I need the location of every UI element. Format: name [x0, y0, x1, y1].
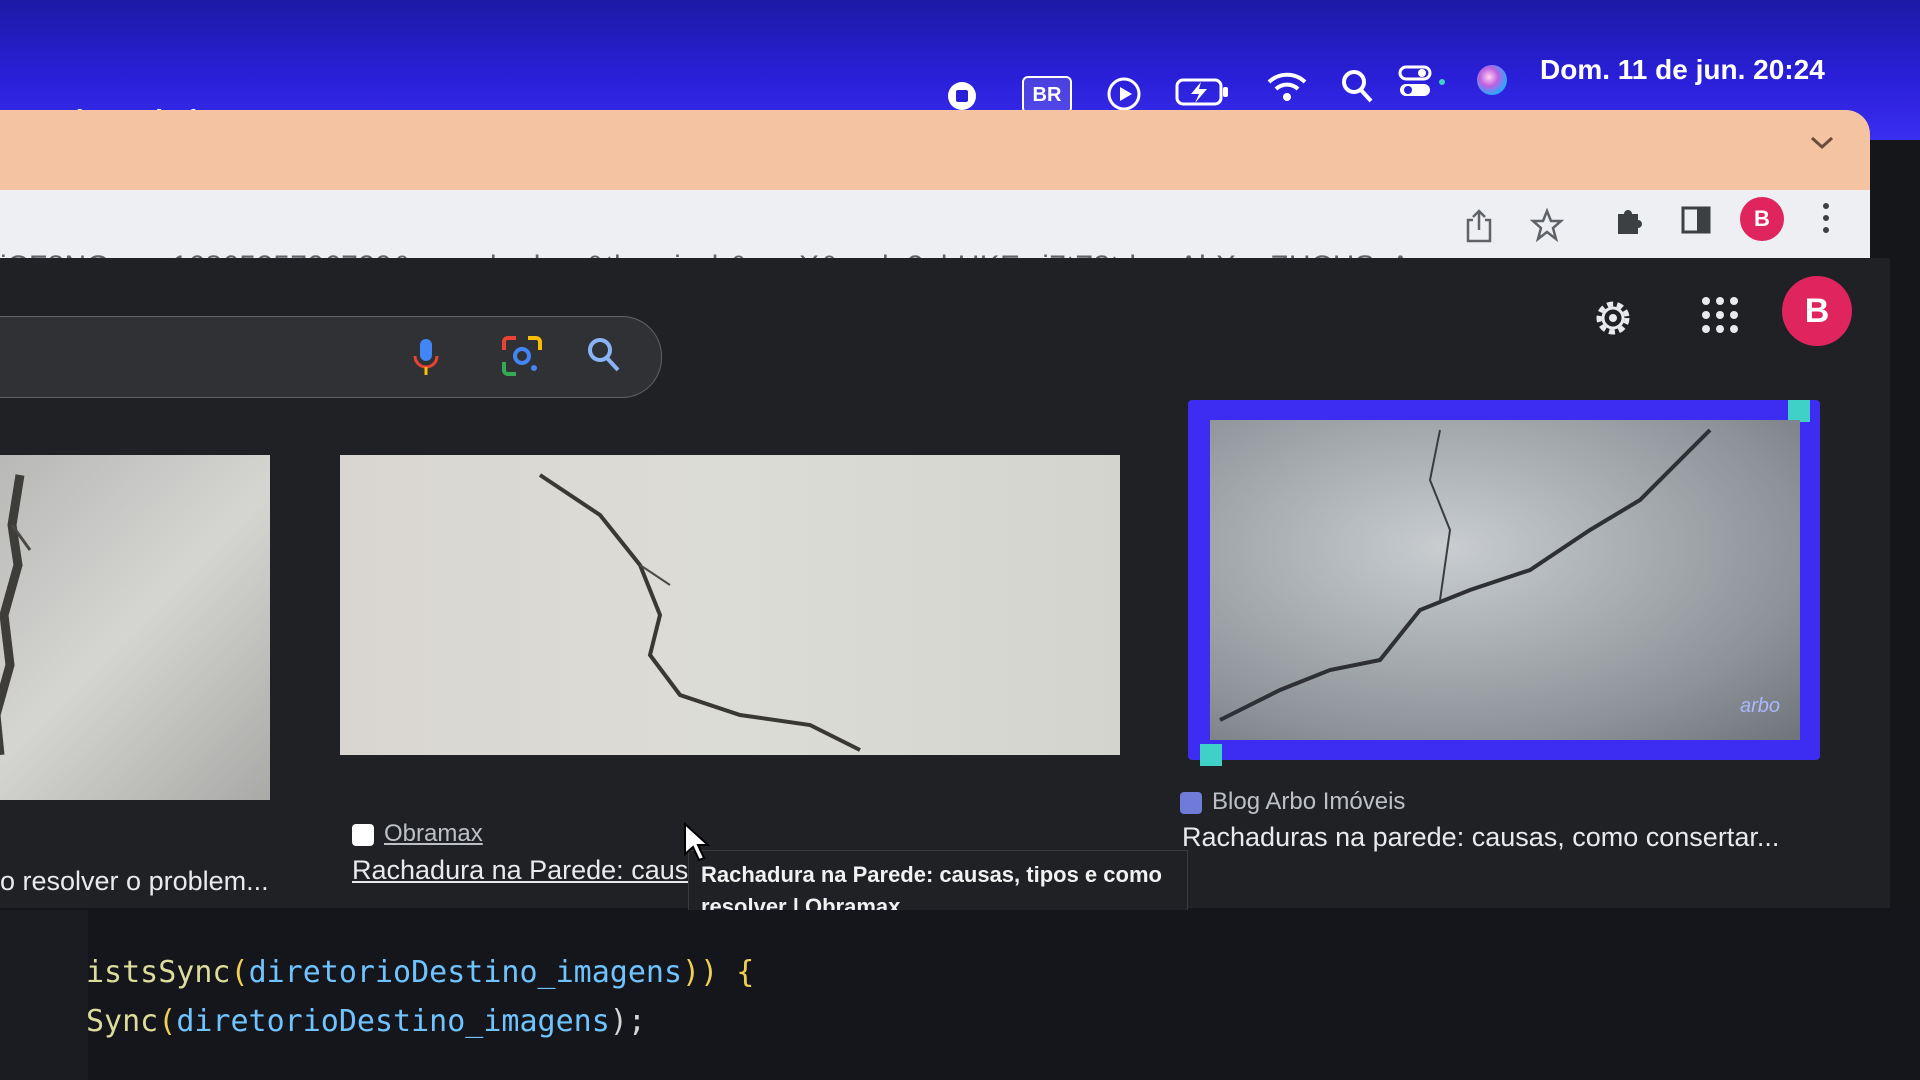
search-input[interactable] — [0, 316, 662, 398]
result-2-source-link[interactable]: Obramax — [384, 820, 483, 847]
tab-search-chevron-down-icon[interactable] — [1808, 128, 1836, 160]
record-icon[interactable] — [946, 80, 978, 112]
settings-gear-icon[interactable] — [1590, 295, 1636, 346]
code-token: )) — [682, 955, 719, 990]
spotlight-search-icon[interactable] — [1340, 68, 1374, 104]
chrome-profile-avatar[interactable]: B — [1740, 197, 1784, 241]
result-2-source[interactable]: Obramax — [352, 820, 483, 848]
microphone-icon[interactable] — [410, 336, 442, 383]
result-3-thumbnail[interactable]: arbo — [1210, 420, 1800, 740]
more-vert-icon[interactable] — [1820, 200, 1832, 241]
code-token: ( — [158, 1004, 177, 1039]
side-panel-icon[interactable] — [1680, 204, 1712, 241]
result-2-thumbnail[interactable] — [340, 455, 1120, 755]
result-3-title[interactable]: Rachaduras na parede: causas, como conse… — [1182, 822, 1779, 853]
result-1-title[interactable]: o resolver o problem... — [0, 866, 269, 897]
google-lens-icon[interactable] — [500, 334, 544, 383]
bookmark-star-icon[interactable] — [1529, 207, 1565, 247]
control-center-icon[interactable] — [1398, 64, 1448, 100]
code-token: ); — [609, 1004, 646, 1039]
menu-bar-clock[interactable]: Dom. 11 de jun. 20:24 — [1540, 54, 1825, 86]
extensions-puzzle-icon[interactable] — [1612, 204, 1646, 243]
play-circle-icon[interactable] — [1106, 76, 1142, 112]
google-account-avatar[interactable]: B — [1782, 276, 1852, 346]
wifi-icon[interactable] — [1266, 70, 1308, 104]
code-token: diretorioDestino_imagens — [248, 955, 683, 990]
mouse-pointer-icon — [683, 821, 711, 867]
selection-handle-bottom-left[interactable] — [1200, 744, 1222, 766]
search-icon[interactable] — [586, 336, 622, 379]
google-apps-grid-icon[interactable] — [1700, 295, 1740, 340]
code-editor — [0, 910, 1920, 1080]
share-icon[interactable] — [1464, 208, 1494, 249]
code-line-1[interactable]: istsSync(diretorioDestino_imagens)) { — [86, 955, 754, 990]
code-line-2[interactable]: Sync(diretorioDestino_imagens); — [86, 1004, 646, 1039]
siri-icon[interactable] — [1474, 62, 1510, 98]
result-3-source-text[interactable]: Blog Arbo Imóveis — [1212, 788, 1405, 815]
crack-image — [538, 473, 861, 752]
crack-image — [1219, 428, 1712, 722]
code-editor-gutter — [0, 910, 88, 1080]
result-3-source[interactable]: Blog Arbo Imóveis — [1180, 788, 1405, 816]
result-1-thumbnail[interactable] — [0, 455, 270, 800]
code-token: { — [718, 955, 755, 990]
battery-charging-icon[interactable] — [1175, 76, 1231, 108]
arbo-favicon-icon — [1180, 791, 1202, 814]
obramax-favicon-icon — [352, 823, 374, 846]
code-token: ( — [230, 955, 249, 990]
keyboard-layout-badge[interactable]: BR — [1022, 76, 1072, 114]
code-token: istsSync — [86, 955, 231, 990]
code-token: Sync — [86, 1004, 159, 1039]
code-token: diretorioDestino_imagens — [176, 1004, 610, 1039]
arbo-watermark: arbo — [1739, 695, 1780, 717]
crack-image — [0, 474, 32, 755]
selection-handle-top-right[interactable] — [1788, 400, 1810, 422]
